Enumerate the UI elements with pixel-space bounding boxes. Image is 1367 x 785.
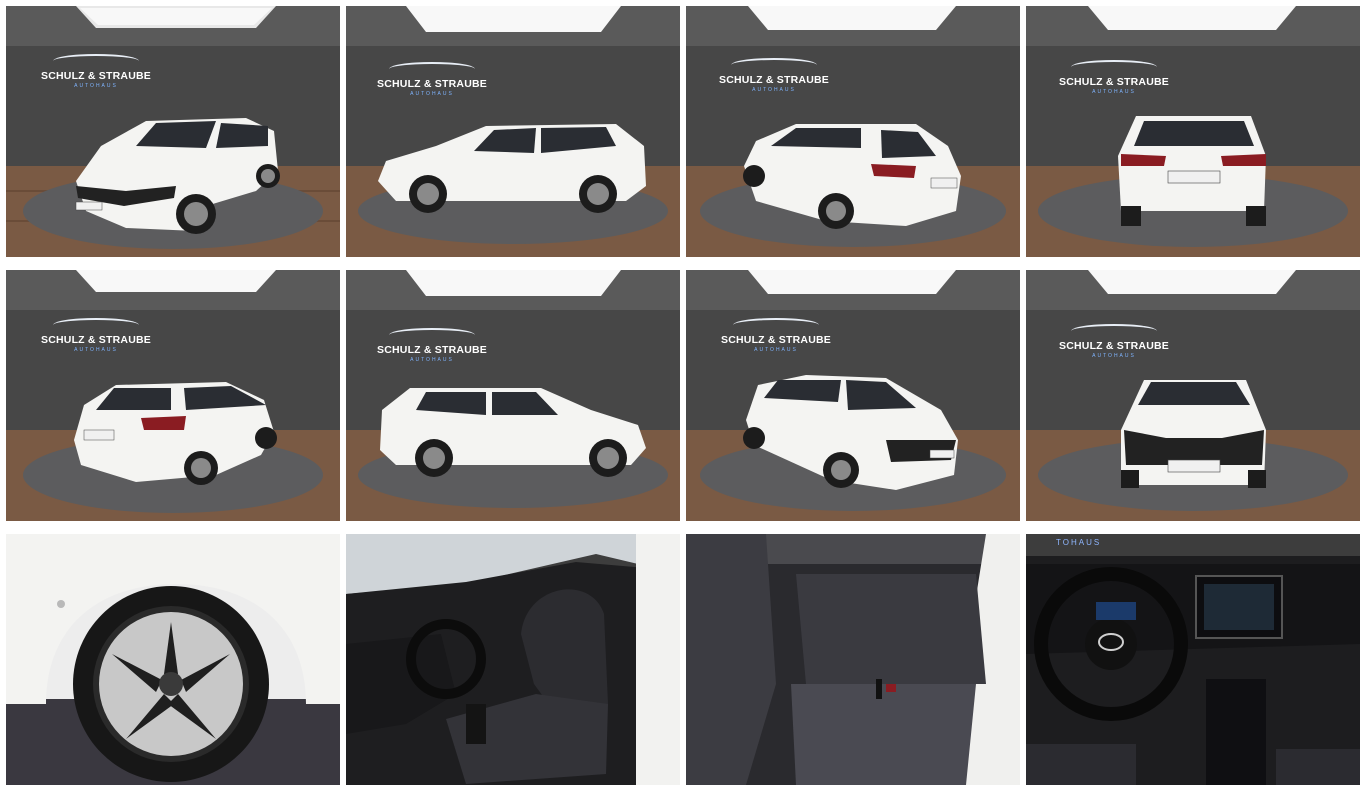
- photo-front[interactable]: SCHULZ & STRAUBE AUTOHAUS: [1026, 270, 1360, 521]
- photo-gallery: SCHULZ & STRAUBE AUTOHAUS SCHULZ & STRAU…: [6, 6, 1360, 785]
- studio-scene: [346, 6, 680, 257]
- photo-wheel[interactable]: [6, 534, 340, 785]
- front-seats-scene: [346, 534, 680, 785]
- photo-cockpit[interactable]: TOHAUS: [1026, 534, 1360, 785]
- studio-scene: [1026, 270, 1360, 521]
- photo-front-left[interactable]: SCHULZ & STRAUBE AUTOHAUS: [6, 6, 340, 257]
- studio-scene: [6, 270, 340, 521]
- photo-rear[interactable]: SCHULZ & STRAUBE AUTOHAUS: [1026, 6, 1360, 257]
- photo-front-seats[interactable]: [346, 534, 680, 785]
- photo-front-right[interactable]: SCHULZ & STRAUBE AUTOHAUS: [686, 270, 1020, 521]
- photo-rear-left[interactable]: SCHULZ & STRAUBE AUTOHAUS: [686, 6, 1020, 257]
- studio-scene: [686, 6, 1020, 257]
- studio-scene: [6, 6, 340, 257]
- studio-scene: [1026, 6, 1360, 257]
- studio-scene: [346, 270, 680, 521]
- cockpit-scene: [1026, 534, 1360, 785]
- studio-scene: [686, 270, 1020, 521]
- photo-side-right[interactable]: SCHULZ & STRAUBE AUTOHAUS: [346, 270, 680, 521]
- wheel-closeup-scene: [6, 534, 340, 785]
- photo-rear-right[interactable]: SCHULZ & STRAUBE AUTOHAUS: [6, 270, 340, 521]
- rear-seats-scene: [686, 534, 1020, 785]
- photo-side-left[interactable]: SCHULZ & STRAUBE AUTOHAUS: [346, 6, 680, 257]
- photo-rear-seats[interactable]: [686, 534, 1020, 785]
